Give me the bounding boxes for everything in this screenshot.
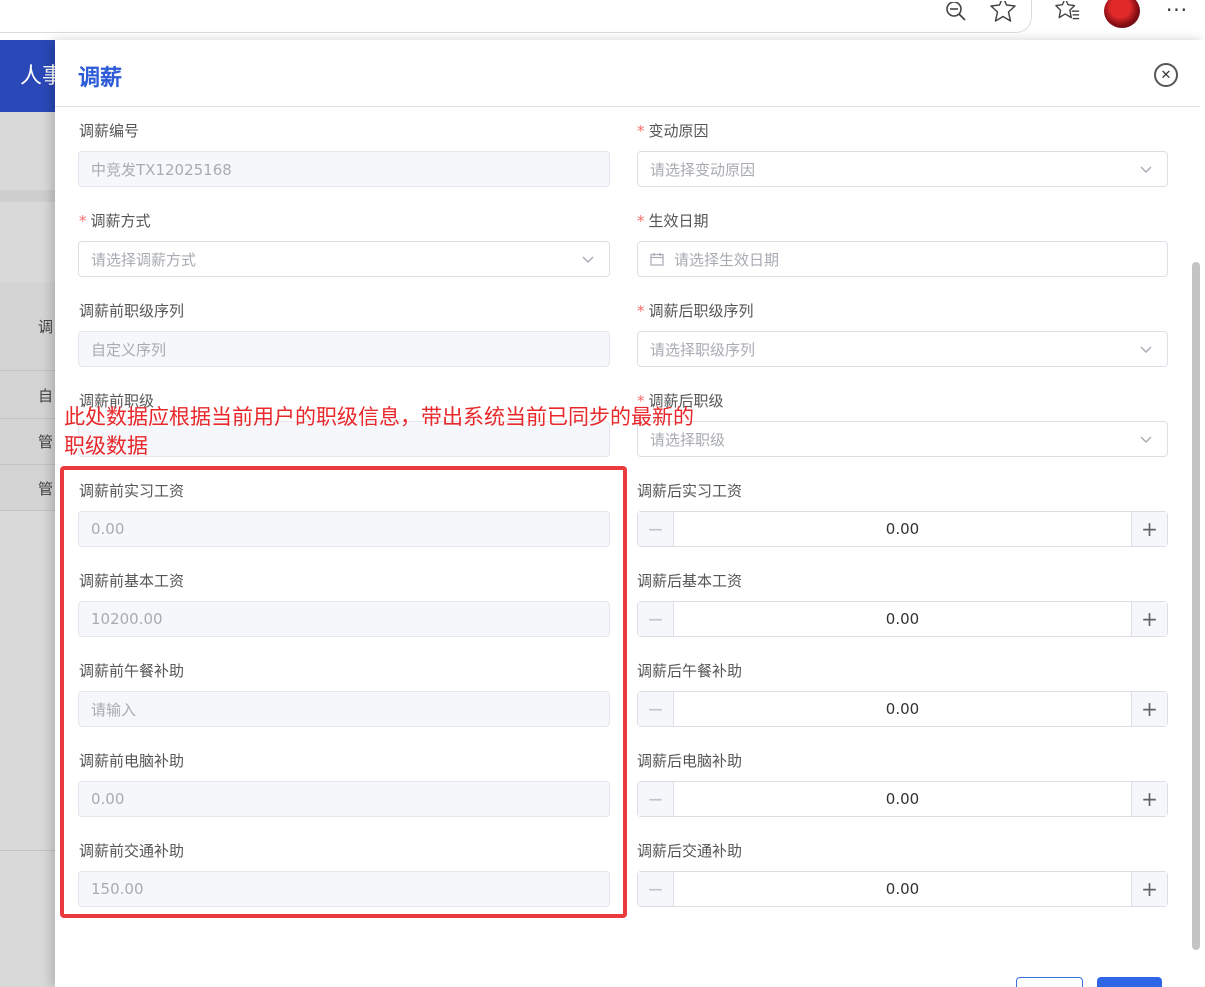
- background-row-divider: [0, 510, 60, 511]
- after-sequence-select[interactable]: 请选择职级序列: [637, 331, 1168, 367]
- more-options-icon[interactable]: ···: [1163, 0, 1191, 24]
- after-traffic-label: 调薪后交通补助: [637, 842, 743, 860]
- effective-date-placeholder: 请选择生效日期: [674, 250, 780, 269]
- profile-avatar[interactable]: [1104, 0, 1140, 28]
- increment-button[interactable]: +: [1131, 602, 1167, 636]
- decrement-button[interactable]: −: [638, 692, 674, 726]
- change-reason-placeholder: 请选择变动原因: [650, 160, 756, 179]
- close-icon: ✕: [1160, 67, 1172, 83]
- background-row-divider: [0, 464, 60, 465]
- scrollbar-thumb[interactable]: [1192, 262, 1200, 950]
- after-computer-value[interactable]: 0.00: [674, 782, 1131, 816]
- after-lunch-value[interactable]: 0.00: [674, 692, 1131, 726]
- calendar-icon: [650, 253, 664, 266]
- close-button[interactable]: ✕: [1154, 63, 1178, 87]
- required-mark: *: [637, 122, 645, 140]
- required-mark: *: [637, 302, 645, 320]
- change-reason-label-text: 变动原因: [648, 122, 709, 140]
- decrement-button[interactable]: −: [638, 512, 674, 546]
- background-row-divider: [0, 418, 60, 419]
- chevron-down-icon: [1140, 436, 1152, 443]
- drawer-header-divider: [55, 106, 1200, 107]
- background-table-row: 自: [38, 387, 54, 405]
- effective-date-label-text: 生效日期: [648, 212, 709, 230]
- method-select[interactable]: 请选择调薪方式: [78, 241, 610, 277]
- before-sequence-label: 调薪前职级序列: [79, 302, 185, 320]
- effective-date-picker[interactable]: 请选择生效日期: [637, 241, 1168, 277]
- after-intern-value[interactable]: 0.00: [674, 512, 1131, 546]
- annotation-highlight-box: [60, 466, 627, 918]
- increment-button[interactable]: +: [1131, 782, 1167, 816]
- background-table-header: 调: [38, 318, 54, 336]
- after-base-label: 调薪后基本工资: [637, 572, 743, 590]
- drawer-title: 调薪: [78, 66, 123, 91]
- decrement-button[interactable]: −: [638, 872, 674, 906]
- increment-button[interactable]: +: [1131, 692, 1167, 726]
- after-computer-stepper[interactable]: − 0.00 +: [637, 781, 1168, 817]
- favorite-star-icon[interactable]: [990, 0, 1016, 26]
- after-intern-label: 调薪后实习工资: [637, 482, 743, 500]
- required-mark: *: [79, 212, 87, 230]
- after-intern-stepper[interactable]: − 0.00 +: [637, 511, 1168, 547]
- after-traffic-stepper[interactable]: − 0.00 +: [637, 871, 1168, 907]
- method-label: * 调薪方式: [79, 210, 151, 231]
- after-level-select[interactable]: 请选择职级: [637, 421, 1168, 457]
- after-base-stepper[interactable]: − 0.00 +: [637, 601, 1168, 637]
- background-table-row: 管: [38, 480, 54, 498]
- chevron-down-icon: [1140, 166, 1152, 173]
- salary-no-field: 中竞发TX12025168: [78, 151, 610, 187]
- increment-button[interactable]: +: [1131, 872, 1167, 906]
- after-sequence-placeholder: 请选择职级序列: [650, 340, 756, 359]
- salary-no-value: 中竞发TX12025168: [91, 160, 232, 179]
- confirm-button[interactable]: [1097, 977, 1162, 987]
- background-divider: [0, 850, 60, 851]
- increment-button[interactable]: +: [1131, 512, 1167, 546]
- background-row-divider: [0, 370, 60, 371]
- change-reason-select[interactable]: 请选择变动原因: [637, 151, 1168, 187]
- chevron-down-icon: [1140, 346, 1152, 353]
- favorites-list-icon[interactable]: [1055, 0, 1081, 26]
- method-placeholder: 请选择调薪方式: [91, 250, 197, 269]
- after-lunch-stepper[interactable]: − 0.00 +: [637, 691, 1168, 727]
- after-sequence-label: * 调薪后职级序列: [637, 300, 754, 321]
- cancel-button[interactable]: [1016, 977, 1083, 987]
- background-divider: [0, 190, 60, 202]
- change-reason-label: * 变动原因: [637, 120, 709, 141]
- after-base-value[interactable]: 0.00: [674, 602, 1131, 636]
- address-bar[interactable]: [0, 0, 1032, 33]
- background-table-row: 管: [38, 433, 54, 451]
- after-computer-label: 调薪后电脑补助: [637, 752, 743, 770]
- chevron-down-icon: [582, 256, 594, 263]
- annotation-note: 此处数据应根据当前用户的职级信息，带出系统当前已同步的最新的职级数据: [64, 405, 694, 458]
- required-mark: *: [637, 212, 645, 230]
- zoom-out-icon[interactable]: [943, 0, 969, 26]
- before-sequence-field: 自定义序列: [78, 331, 610, 367]
- salary-no-label: 调薪编号: [79, 122, 140, 140]
- decrement-button[interactable]: −: [638, 782, 674, 816]
- method-label-text: 调薪方式: [90, 212, 151, 230]
- after-lunch-label: 调薪后午餐补助: [637, 662, 743, 680]
- effective-date-label: * 生效日期: [637, 210, 709, 231]
- after-sequence-label-text: 调薪后职级序列: [648, 302, 754, 320]
- browser-toolbar: ···: [0, 0, 1205, 40]
- before-sequence-value: 自定义序列: [91, 340, 167, 359]
- decrement-button[interactable]: −: [638, 602, 674, 636]
- after-traffic-value[interactable]: 0.00: [674, 872, 1131, 906]
